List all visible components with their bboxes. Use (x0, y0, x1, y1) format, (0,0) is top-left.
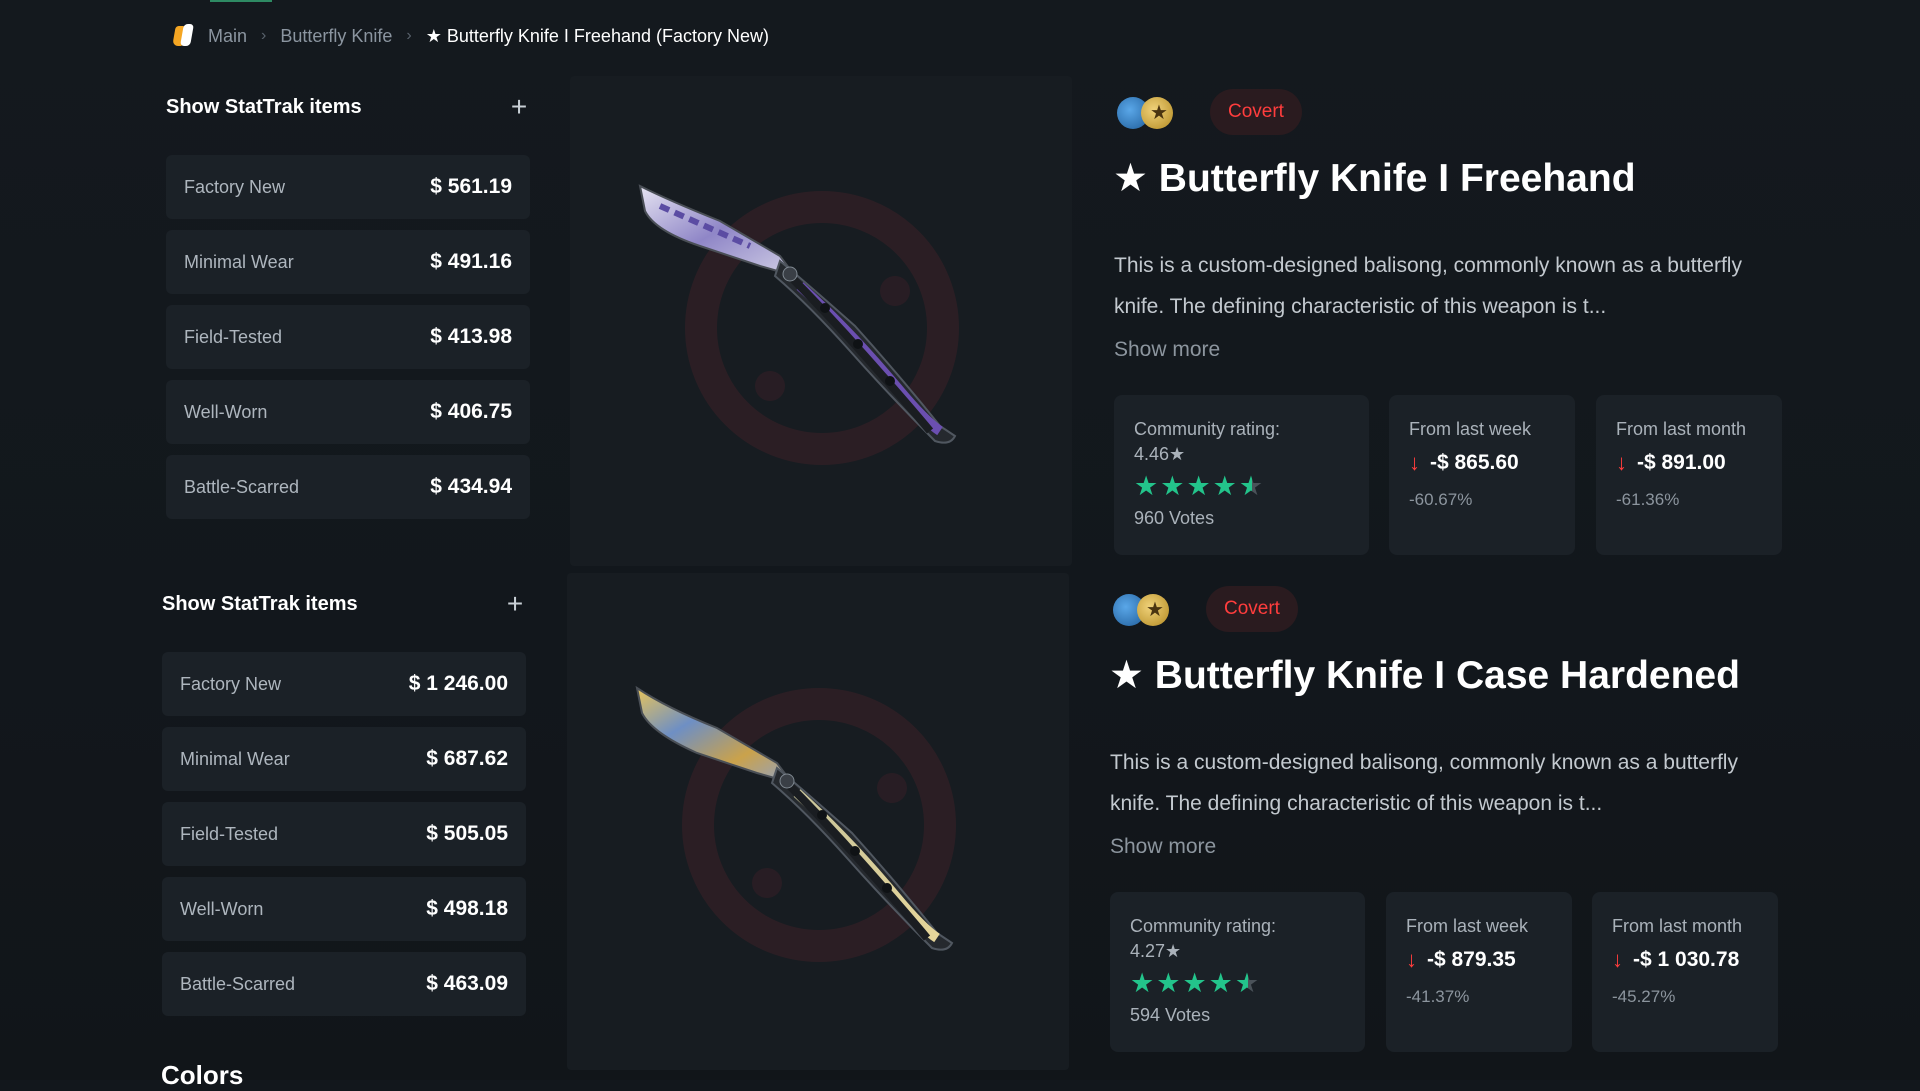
price-value: $ 505.05 (426, 822, 508, 845)
star-icon: ★ (1182, 968, 1207, 998)
wear-label: Battle-Scarred (180, 973, 296, 994)
stattrak-toggle-label: Show StatTrak items (162, 593, 358, 615)
show-more-link[interactable]: Show more (1110, 835, 1216, 859)
rating-stars: ★ ★ ★ ★ ★ (1130, 968, 1345, 999)
price-row-well-worn[interactable]: Well-Worn $ 498.18 (162, 877, 526, 941)
community-rating-value: 4.27★ (1130, 941, 1182, 961)
arrow-down-icon: ↓ (1406, 947, 1417, 972)
rarity-badge: Covert (1206, 586, 1298, 632)
price-row-minimal-wear[interactable]: Minimal Wear $ 687.62 (162, 727, 526, 791)
last-week-card: From last week ↓ -$ 879.35 -41.37% (1386, 892, 1572, 1052)
last-month-label: From last month (1612, 916, 1743, 936)
last-month-value: -$ 1 030.78 (1633, 948, 1740, 971)
price-value: $ 498.18 (426, 897, 508, 920)
community-rating-card: Community rating: 4.27★ ★ ★ ★ ★ ★ 594 Votes (1110, 892, 1365, 1052)
price-list: Factory New $ 1 246.00 Minimal Wear $ 68… (162, 652, 526, 1027)
colors-heading: Colors (161, 1060, 244, 1090)
plus-icon[interactable]: + (503, 590, 527, 618)
knife-case-hardened-image (635, 685, 954, 951)
votes-count: 594 Votes (1130, 1005, 1211, 1025)
csgo-badge-icon: ★ (1113, 590, 1171, 630)
arrow-down-icon: ↓ (1612, 947, 1623, 972)
item-image-panel (567, 573, 1069, 1070)
item-section-case-hardened: Show StatTrak items + Factory New $ 1 24… (0, 0, 1920, 1070)
price-value: $ 1 246.00 (408, 672, 508, 695)
price-value: $ 687.62 (426, 747, 508, 770)
wear-label: Well-Worn (180, 898, 264, 919)
wear-label: Factory New (180, 673, 282, 694)
votes-count: 960 Votes (1134, 508, 1215, 528)
item-title: ★ Butterfly Knife I Case Hardened (1109, 654, 1740, 697)
wear-label: Field-Tested (180, 823, 279, 844)
item-description: This is a custom-designed balisong, comm… (1110, 751, 1738, 815)
price-row-battle-scarred[interactable]: Battle-Scarred $ 463.09 (162, 952, 526, 1016)
last-week-percent: -41.37% (1406, 987, 1470, 1006)
star-icon: ★ (1156, 968, 1181, 998)
last-month-card: From last month ↓ -$ 1 030.78 -45.27% (1592, 892, 1778, 1052)
star-icon: ★ (1130, 968, 1155, 998)
half-star-icon: ★ (1234, 968, 1260, 998)
price-row-factory-new[interactable]: Factory New $ 1 246.00 (162, 652, 526, 716)
wear-label: Minimal Wear (180, 748, 290, 769)
last-month-percent: -45.27% (1612, 987, 1676, 1006)
price-row-field-tested[interactable]: Field-Tested $ 505.05 (162, 802, 526, 866)
last-week-value: -$ 879.35 (1427, 948, 1516, 971)
community-rating-label: Community rating: (1130, 916, 1277, 936)
last-week-label: From last week (1406, 916, 1529, 936)
price-value: $ 463.09 (426, 972, 508, 995)
star-icon: ★ (1208, 968, 1233, 998)
